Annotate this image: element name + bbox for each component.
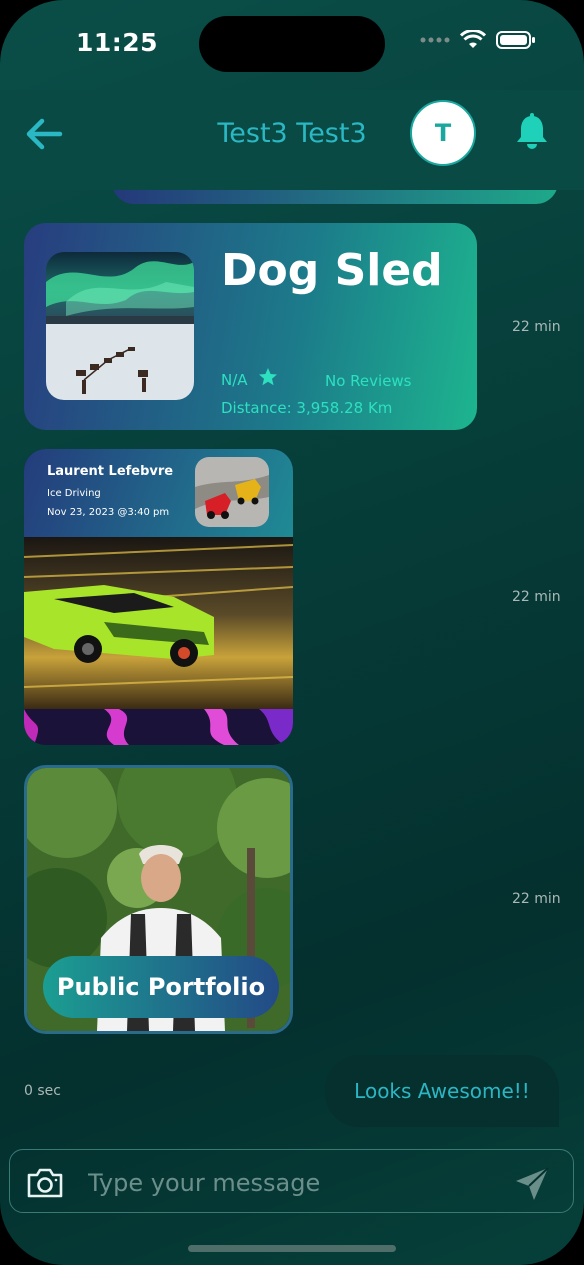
message-timestamp: 22 min: [512, 589, 561, 605]
message-bubble: Looks Awesome!!: [325, 1055, 559, 1127]
home-indicator[interactable]: [188, 1245, 396, 1252]
chat-screen: 11:25 Test3 Test3 T Dog Sled N/A No Revi…: [0, 0, 584, 1265]
star-icon: [259, 368, 277, 386]
experience-image: [46, 252, 194, 400]
chat-title: Test3 Test3: [0, 118, 584, 149]
event-date: Nov 23, 2023 @3:40 pm: [47, 507, 170, 518]
reviews-count: No Reviews: [325, 372, 412, 390]
rating-value: N/A: [221, 371, 248, 389]
status-icons: [420, 30, 536, 50]
avatar[interactable]: T: [410, 100, 476, 166]
camera-button[interactable]: [26, 1168, 64, 1202]
event-thumbnail: [195, 457, 269, 527]
event-activity: Ice Driving: [47, 488, 101, 499]
status-bar: 11:25: [0, 0, 584, 90]
send-icon: [516, 1167, 549, 1200]
battery-icon: [496, 31, 535, 49]
experience-card[interactable]: Dog Sled N/A No Reviews Distance: 3,958.…: [24, 223, 477, 430]
event-footer-image: [24, 709, 293, 745]
event-card[interactable]: Laurent Lefebvre Ice Driving Nov 23, 202…: [24, 449, 293, 745]
status-time: 11:25: [76, 28, 159, 57]
notifications-button[interactable]: [514, 112, 550, 152]
distance-label: Distance: 3,958.28 Km: [221, 399, 393, 417]
public-portfolio-button[interactable]: Public Portfolio: [43, 956, 279, 1018]
message-timestamp: 22 min: [512, 319, 561, 335]
message-input[interactable]: [86, 1164, 500, 1202]
experience-title: Dog Sled: [221, 245, 443, 296]
event-header: Laurent Lefebvre Ice Driving Nov 23, 202…: [24, 449, 293, 537]
wifi-icon: [460, 30, 486, 48]
camera-icon: [27, 1168, 63, 1198]
message-composer: [9, 1149, 574, 1213]
message-timestamp: 22 min: [512, 891, 561, 907]
chat-title-text: Test3 Test3: [217, 118, 367, 149]
event-author: Laurent Lefebvre: [47, 464, 174, 479]
signal-icon: [420, 37, 450, 43]
portfolio-card[interactable]: Public Portfolio: [24, 765, 293, 1034]
event-image: [24, 537, 293, 709]
bell-icon: [517, 113, 547, 149]
chat-header: Test3 Test3 T: [0, 90, 584, 190]
dynamic-island: [199, 16, 385, 72]
send-button[interactable]: [514, 1166, 550, 1206]
message-timestamp: 0 sec: [24, 1083, 61, 1099]
